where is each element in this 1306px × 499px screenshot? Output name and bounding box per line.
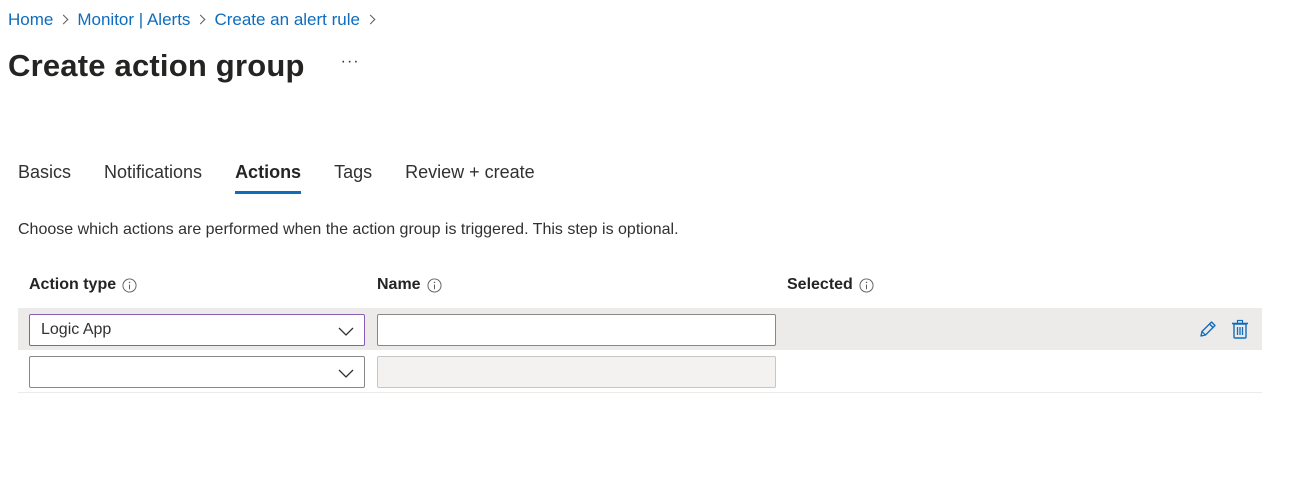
delete-icon[interactable] — [1228, 317, 1252, 341]
chevron-right-icon — [190, 9, 214, 31]
edit-icon[interactable] — [1196, 317, 1220, 341]
action-type-dropdown[interactable] — [29, 356, 365, 388]
action-name-input[interactable] — [377, 314, 776, 346]
info-icon[interactable] — [427, 277, 442, 293]
breadcrumb: Home Monitor | Alerts Create an alert ru… — [8, 9, 384, 31]
table-row: Logic App — [18, 308, 1262, 350]
breadcrumb-create-alert-rule[interactable]: Create an alert rule — [214, 9, 360, 31]
more-options-button[interactable]: ··· — [339, 53, 362, 71]
tab-notifications[interactable]: Notifications — [104, 160, 202, 194]
action-name-input[interactable] — [377, 356, 776, 388]
info-icon[interactable] — [122, 277, 137, 293]
action-type-dropdown[interactable]: Logic App — [29, 314, 365, 346]
tab-review-create[interactable]: Review + create — [405, 160, 535, 194]
table-header: Action type Name Selected — [18, 268, 1262, 308]
chevron-down-icon — [338, 369, 354, 378]
column-header-action-type: Action type — [29, 276, 137, 294]
tab-basics[interactable]: Basics — [18, 160, 71, 194]
row-actions — [1188, 317, 1252, 341]
chevron-down-icon — [338, 327, 354, 336]
tab-tags[interactable]: Tags — [334, 160, 372, 194]
column-header-name: Name — [377, 276, 442, 294]
info-icon[interactable] — [859, 277, 874, 293]
column-label: Name — [377, 276, 421, 293]
column-label: Action type — [29, 276, 117, 293]
chevron-right-icon — [360, 9, 384, 31]
actions-table: Action type Name Selected Logic App — [18, 268, 1262, 393]
page: Home Monitor | Alerts Create an alert ru… — [0, 0, 1306, 499]
chevron-right-icon — [53, 9, 77, 31]
page-title: Create action group — [8, 48, 305, 83]
column-label: Selected — [787, 276, 853, 293]
column-header-selected: Selected — [787, 276, 874, 294]
title-row: Create action group ··· — [8, 46, 362, 86]
tab-bar: Basics Notifications Actions Tags Review… — [18, 160, 568, 194]
breadcrumb-home[interactable]: Home — [8, 9, 53, 31]
breadcrumb-monitor-alerts[interactable]: Monitor | Alerts — [77, 9, 190, 31]
table-row — [18, 350, 1262, 393]
description-text: Choose which actions are performed when … — [18, 221, 679, 238]
tab-actions[interactable]: Actions — [235, 160, 302, 194]
dropdown-value: Logic App — [41, 321, 112, 338]
